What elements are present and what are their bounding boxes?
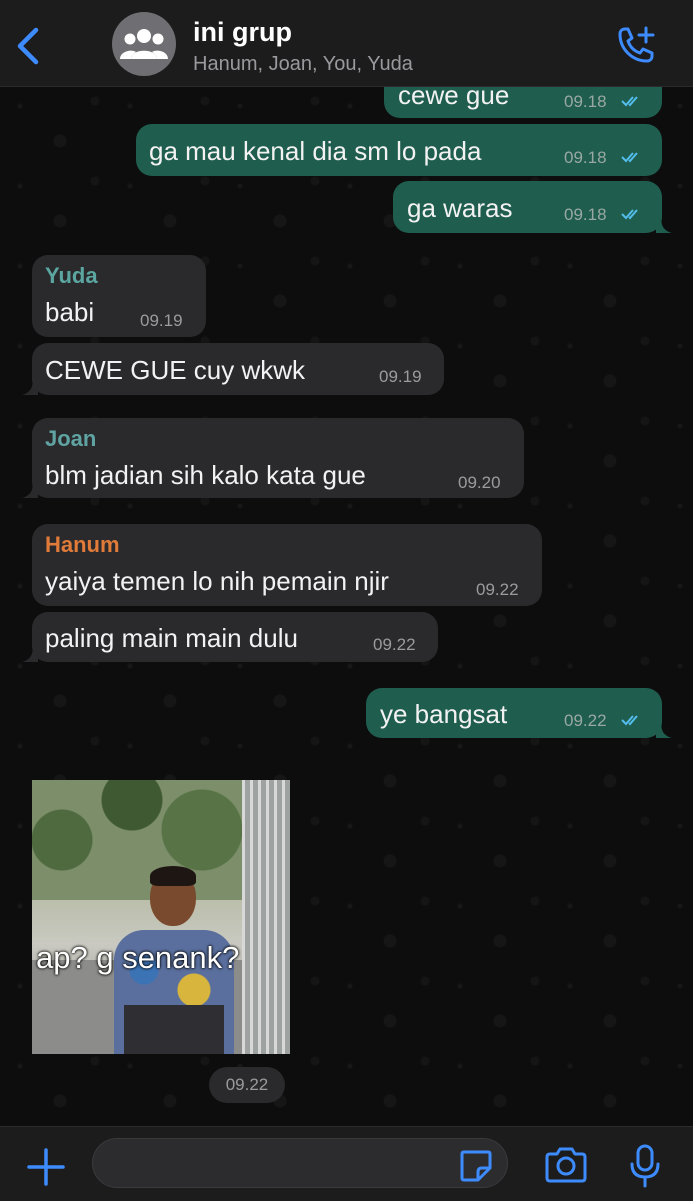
chat-title[interactable]: ini grup — [193, 17, 292, 48]
message-time: 09.22 — [564, 711, 607, 730]
message-time: 09.18 — [564, 205, 607, 224]
double-check-icon — [621, 96, 638, 107]
photo-fence — [242, 780, 290, 1054]
sender-name: Yuda — [45, 263, 98, 288]
chat-members[interactable]: Hanum, Joan, You, Yuda — [193, 53, 413, 76]
photo-person-shorts — [124, 1005, 224, 1054]
message-bubble-incoming[interactable]: Joan blm jadian sih kalo kata gue 09.20 — [32, 418, 524, 498]
message-bubble-incoming[interactable]: Yuda babi 09.19 — [32, 255, 206, 337]
message-text: paling main main dulu — [45, 623, 298, 653]
message-text: babi — [45, 297, 95, 327]
sender-name: Hanum — [45, 532, 120, 557]
message-text: blm jadian sih kalo kata gue — [45, 460, 366, 490]
microphone-icon[interactable] — [628, 1143, 662, 1189]
double-check-icon — [621, 715, 638, 726]
image-caption: ap? g senank? — [36, 940, 240, 975]
plus-icon[interactable] — [26, 1147, 66, 1187]
message-text: ye bangsat — [380, 699, 508, 729]
message-text: yaiya temen lo nih pemain njir — [45, 566, 389, 596]
bubble-tail — [22, 646, 38, 662]
message-time: 09.18 — [564, 148, 607, 167]
photo-person-hair — [150, 866, 196, 886]
message-time: 09.19 — [379, 367, 422, 386]
message-time: 09.22 — [373, 635, 416, 654]
message-bubble-outgoing[interactable]: ga mau kenal dia sm lo pada 09.18 — [136, 124, 662, 176]
message-time: 09.22 — [476, 580, 519, 599]
message-time: 09.20 — [458, 473, 501, 492]
message-text: CEWE GUE cuy wkwk — [45, 355, 306, 385]
message-bubble-incoming[interactable]: Hanum yaiya temen lo nih pemain njir 09.… — [32, 524, 542, 606]
group-icon — [120, 29, 168, 59]
message-bubble-outgoing[interactable]: ye bangsat 09.22 — [366, 688, 662, 738]
bubble-tail — [656, 722, 672, 738]
message-time: 09.18 — [564, 92, 607, 111]
chevron-left-icon[interactable] — [12, 24, 46, 68]
bubble-tail — [656, 217, 672, 233]
group-avatar[interactable] — [112, 12, 176, 76]
double-check-icon — [621, 209, 638, 220]
bubble-tail — [22, 482, 38, 498]
message-time: 09.19 — [140, 311, 183, 330]
message-input[interactable] — [92, 1138, 508, 1188]
image-message-time: 09.22 — [209, 1067, 285, 1103]
message-bubble-incoming[interactable]: paling main main dulu 09.22 — [32, 612, 438, 662]
message-text: ga waras — [407, 193, 513, 223]
double-check-icon — [621, 152, 638, 163]
sticker-icon[interactable] — [458, 1148, 494, 1184]
photo-trees — [32, 780, 242, 900]
composer-bar — [0, 1126, 693, 1201]
message-bubble-incoming[interactable]: CEWE GUE cuy wkwk 09.19 — [32, 343, 444, 395]
message-bubble-outgoing[interactable]: ga waras 09.18 — [393, 181, 662, 233]
image-message[interactable]: ap? g senank? — [32, 780, 290, 1054]
chat-header: ini grup Hanum, Joan, You, Yuda — [0, 0, 693, 87]
sender-name: Joan — [45, 426, 97, 451]
bubble-tail — [22, 379, 38, 395]
camera-icon[interactable] — [543, 1145, 589, 1185]
message-text: ga mau kenal dia sm lo pada — [149, 136, 482, 166]
add-call-icon[interactable] — [612, 24, 660, 68]
